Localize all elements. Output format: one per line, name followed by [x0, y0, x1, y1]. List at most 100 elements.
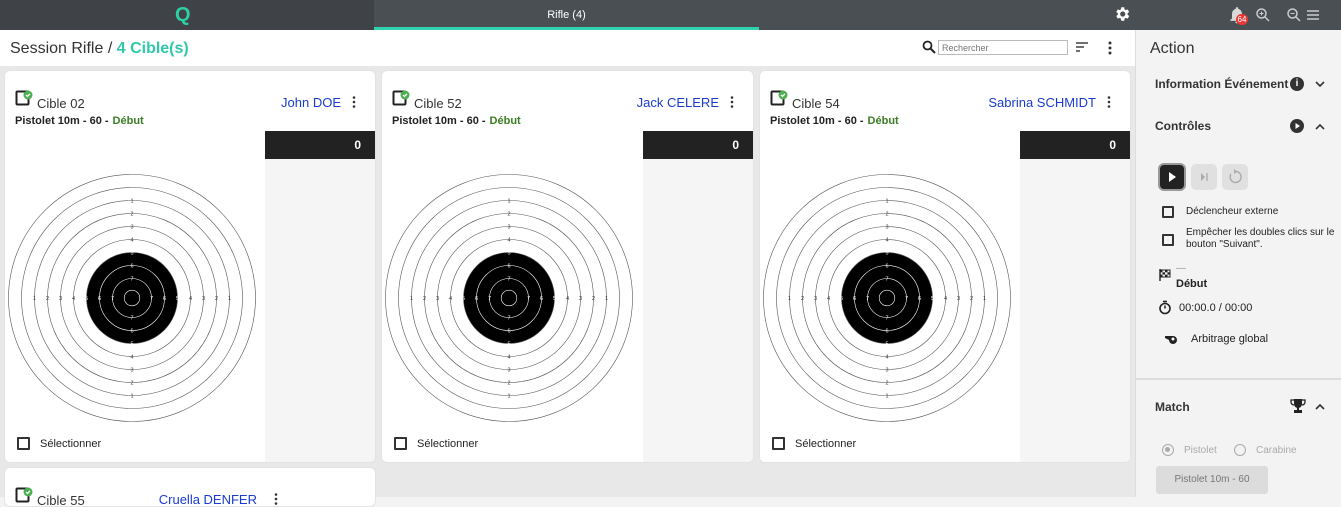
card-menu-icon[interactable] — [273, 492, 279, 506]
more-options-icon[interactable] — [1107, 40, 1113, 56]
shots-list — [643, 159, 753, 462]
skip-next-icon — [1201, 173, 1208, 181]
ring-number: 1 — [507, 394, 510, 400]
ring-number: 1 — [507, 199, 510, 205]
match-type-button[interactable]: Pistolet 10m - 60 — [1156, 466, 1268, 494]
trophy-icon — [1290, 399, 1306, 413]
card-menu-icon[interactable] — [729, 95, 735, 109]
ring-number: 6 — [475, 296, 478, 302]
checkered-flag-icon — [1159, 269, 1171, 281]
timer-icon — [1159, 300, 1171, 315]
ring-number: 7 — [866, 296, 869, 302]
zoom-in-icon[interactable] — [1255, 7, 1271, 23]
shooter-name[interactable]: John DOE — [281, 95, 341, 110]
shots-list — [1020, 159, 1130, 462]
ring-number: 1 — [410, 296, 413, 302]
ring-number: 5 — [553, 296, 556, 302]
radio-pistol[interactable] — [1162, 444, 1174, 456]
shooter-name[interactable]: Jack CELERE — [637, 95, 719, 110]
menu-icon[interactable] — [1306, 8, 1320, 22]
ring-number: 2 — [592, 296, 595, 302]
ring-number: 3 — [130, 225, 133, 231]
card-menu-icon[interactable] — [1106, 95, 1112, 109]
ring-number: 5 — [130, 342, 133, 348]
ring-number: 6 — [98, 296, 101, 302]
ring-number: 5 — [840, 296, 843, 302]
section-controls-label: Contrôles — [1155, 119, 1212, 133]
target-face[interactable]: 1 1 2 2 3 3 4 4 5 5 6 6 7 7 7 7 6 6 5 5 4 4 3 3 2 2 1 1 — [5, 171, 259, 425]
ring-number: 3 — [202, 296, 205, 302]
chevron-up-icon[interactable] — [1314, 121, 1326, 133]
ring-number: 3 — [957, 296, 960, 302]
target-number: Cible 02 — [37, 96, 85, 111]
sort-icon[interactable] — [1075, 41, 1089, 53]
ring-number: 4 — [885, 355, 888, 361]
ring-number: 6 — [885, 329, 888, 335]
target-card[interactable]: Cible 02 John DOE Pistolet 10m - 60 - Début… — [4, 70, 376, 463]
shooter-name[interactable]: Sabrina SCHMIDT — [988, 95, 1096, 110]
ring-number: 1 — [885, 199, 888, 205]
ring-number: 2 — [507, 381, 510, 387]
select-label: Sélectionner — [40, 438, 102, 450]
ring-number: 7 — [130, 316, 133, 322]
ring-number: 5 — [507, 251, 510, 257]
reset-icon — [1229, 169, 1242, 184]
select-checkbox[interactable] — [772, 437, 785, 450]
ring-number: 2 — [215, 296, 218, 302]
ring-number: 4 — [72, 296, 75, 302]
ring-number: 7 — [507, 277, 510, 283]
zoom-out-icon[interactable] — [1286, 7, 1302, 23]
ring-number: 2 — [130, 212, 133, 218]
ring-number: 7 — [130, 277, 133, 283]
card-menu-icon[interactable] — [351, 95, 357, 109]
ring-number: 4 — [507, 238, 510, 244]
ring-number: 5 — [130, 251, 133, 257]
prevent-double-click-checkbox[interactable] — [1162, 234, 1174, 246]
shooter-name[interactable]: Cruella DENFER — [159, 492, 257, 506]
score-display: 0 — [643, 131, 753, 159]
target-card[interactable]: Cible 52 Jack CELERE Pistolet 10m - 60 - Dé… — [381, 70, 754, 463]
chevron-up-icon[interactable] — [1314, 401, 1326, 413]
next-button[interactable] — [1191, 164, 1217, 190]
ring-number: 2 — [885, 381, 888, 387]
external-trigger-checkbox[interactable] — [1162, 206, 1174, 218]
ring-number: 1 — [605, 296, 608, 302]
select-checkbox[interactable] — [394, 437, 407, 450]
select-label: Sélectionner — [417, 438, 479, 450]
event-name: Pistolet 10m - 60 - — [392, 115, 486, 127]
reset-button[interactable] — [1222, 164, 1248, 190]
play-icon — [1169, 172, 1176, 182]
search-input[interactable] — [938, 40, 1068, 55]
ring-number: 7 — [507, 316, 510, 322]
target-card[interactable]: Cible 54 Sabrina SCHMIDT Pistolet 10m - 60… — [759, 70, 1131, 463]
ring-number: 1 — [885, 394, 888, 400]
play-button[interactable] — [1158, 163, 1186, 191]
event-info: Pistolet 10m - 60 - Début — [15, 115, 144, 127]
ring-number: 6 — [130, 264, 133, 270]
app-logo[interactable]: Q — [175, 5, 199, 25]
ring-number: 4 — [885, 238, 888, 244]
ring-number: 2 — [507, 212, 510, 218]
global-arbitration-label[interactable]: Arbitrage global — [1191, 333, 1268, 345]
ring-number: 5 — [462, 296, 465, 302]
target-face[interactable]: 1 1 2 2 3 3 4 4 5 5 6 6 7 7 7 7 6 6 5 5 4 4 3 3 2 2 1 1 — [760, 171, 1014, 425]
ring-number: 2 — [801, 296, 804, 302]
ring-number: 6 — [130, 329, 133, 335]
chevron-down-icon[interactable] — [1314, 78, 1326, 90]
gear-icon[interactable] — [1113, 5, 1131, 23]
search-icon[interactable] — [922, 40, 936, 54]
select-checkbox[interactable] — [17, 437, 30, 450]
target-status-icon — [15, 487, 33, 503]
action-panel: Action Information Événement i Contrôles… — [1135, 30, 1341, 497]
ring-number: 2 — [885, 212, 888, 218]
section-event-info[interactable]: Information Événement i — [1136, 68, 1341, 96]
target-face[interactable]: 1 1 2 2 3 3 4 4 5 5 6 6 7 7 7 7 6 6 5 5 4 4 3 3 2 2 1 1 — [382, 171, 636, 425]
session-header: Session Rifle / 4 Cible(s) — [0, 30, 1135, 66]
target-ring — [112, 278, 152, 318]
event-name: Pistolet 10m - 60 - — [770, 115, 864, 127]
target-card[interactable]: Cible 55 Cruella DENFER — [4, 467, 376, 507]
tab-rifle[interactable]: Rifle (4) — [374, 0, 759, 30]
ring-number: 3 — [885, 225, 888, 231]
radio-rifle[interactable] — [1234, 444, 1246, 456]
ring-number: 7 — [111, 296, 114, 302]
